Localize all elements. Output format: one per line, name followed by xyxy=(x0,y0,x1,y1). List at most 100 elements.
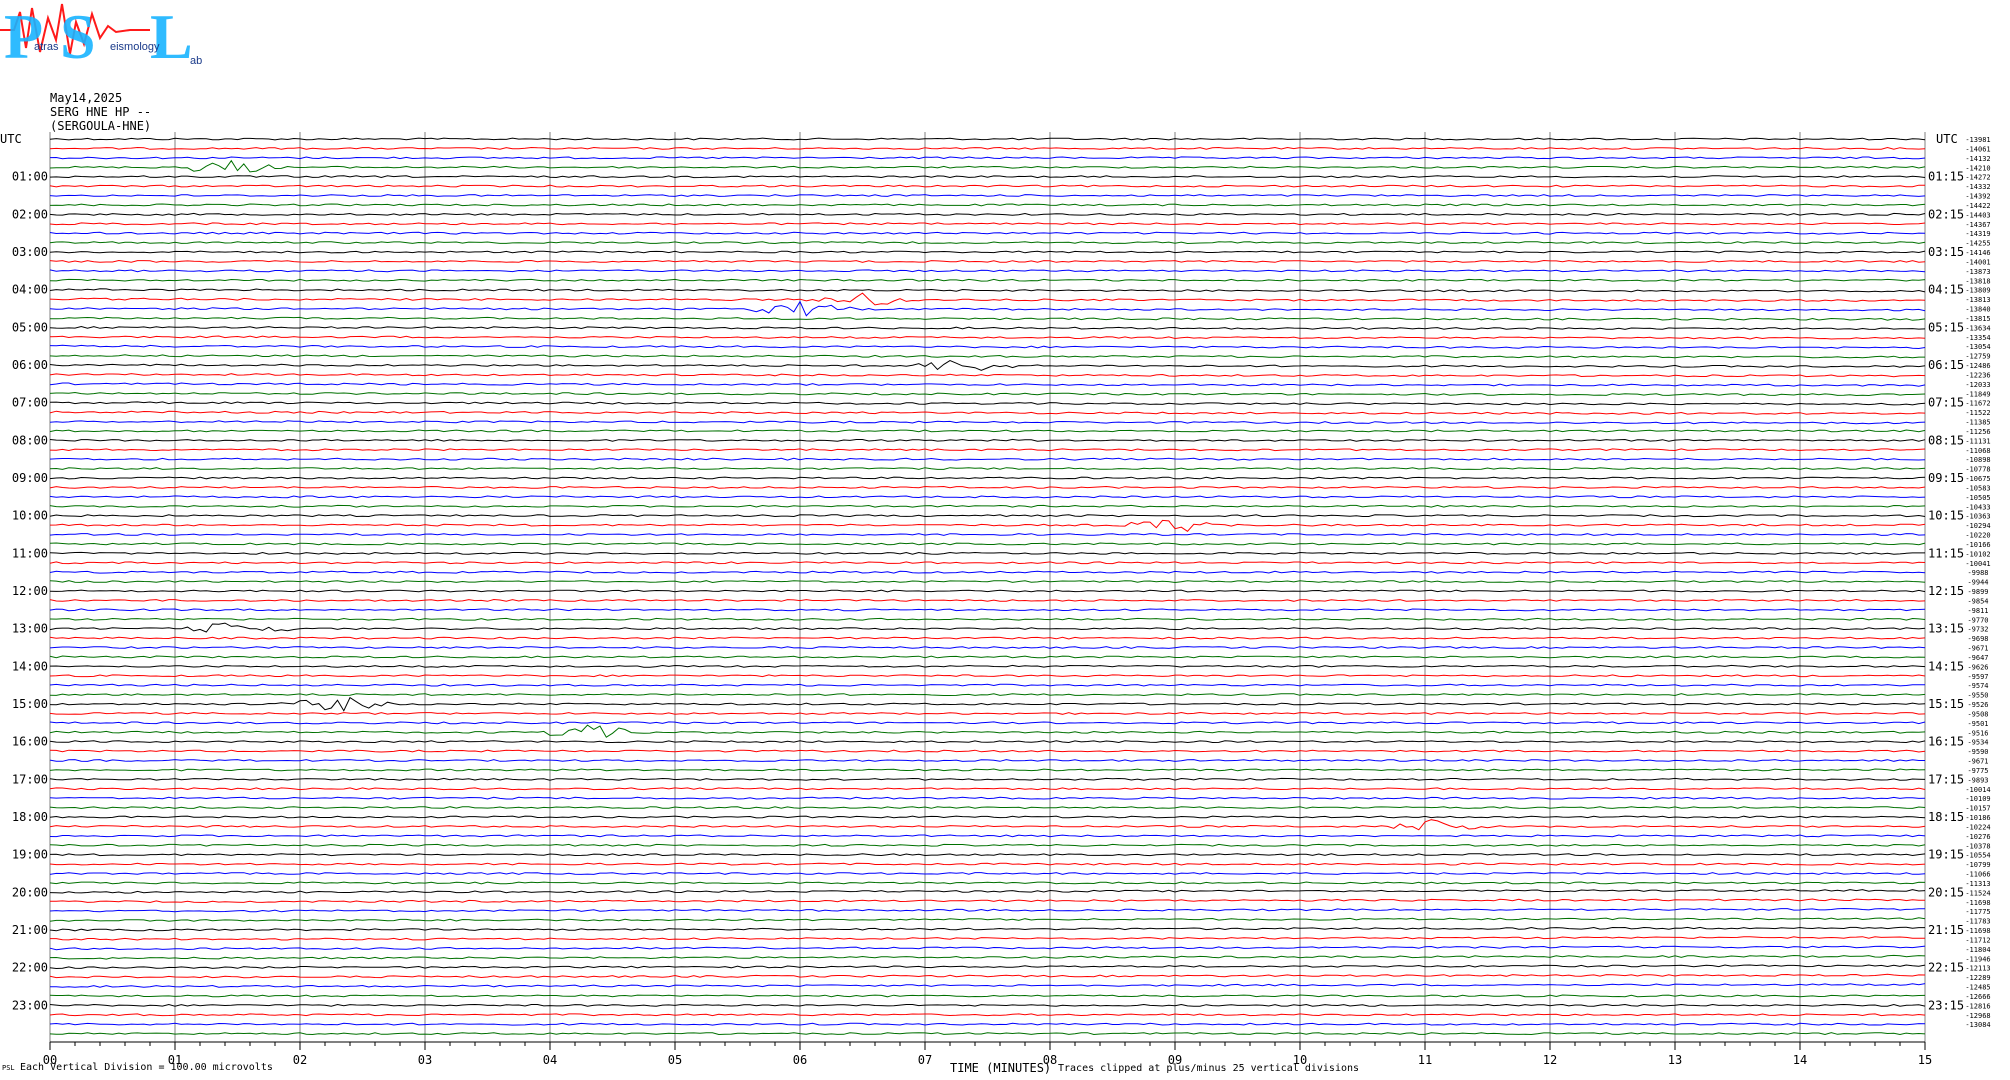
seismic-trace xyxy=(49,646,1926,649)
trace-offset-label: -10363 xyxy=(1965,513,1990,521)
seismic-trace xyxy=(49,448,1926,452)
trace-offset-label: -10157 xyxy=(1965,805,1990,813)
right-time-label: 16:15 xyxy=(1928,735,1964,749)
right-time-label: 14:15 xyxy=(1928,659,1964,673)
seismic-trace xyxy=(49,664,1926,668)
trace-offset-label: -9550 xyxy=(1967,692,1988,700)
seismic-trace xyxy=(49,926,1925,932)
trace-offset-label: -13815 xyxy=(1965,315,1990,323)
seismic-trace xyxy=(49,570,1926,574)
trace-offset-label: -13634 xyxy=(1965,324,1990,332)
seismic-trace xyxy=(49,655,1926,659)
right-time-label: 17:15 xyxy=(1928,772,1964,786)
trace-offset-label: -10675 xyxy=(1965,475,1990,483)
left-time-label: 05:00 xyxy=(12,320,48,334)
seismic-trace xyxy=(49,721,1926,725)
seismic-trace xyxy=(49,175,1926,179)
seismic-trace xyxy=(49,843,1926,847)
seismic-trace xyxy=(49,335,1926,340)
trace-offset-label: -11712 xyxy=(1965,936,1990,944)
right-time-label: 06:15 xyxy=(1928,358,1964,372)
seismic-trace xyxy=(49,360,1926,371)
seismic-trace xyxy=(49,759,1925,762)
left-time-label: 14:00 xyxy=(12,659,48,673)
right-time-label: 04:15 xyxy=(1928,283,1964,297)
trace-offset-label: -9516 xyxy=(1967,729,1988,737)
trace-offset-label: -12968 xyxy=(1965,1012,1990,1020)
seismic-trace xyxy=(49,1022,1926,1026)
seismic-trace xyxy=(49,250,1926,254)
seismic-trace xyxy=(49,561,1926,565)
trace-offset-label: -13054 xyxy=(1965,343,1990,351)
trace-offset-label: -11849 xyxy=(1965,390,1990,398)
trace-offset-label: -10109 xyxy=(1965,795,1990,803)
right-time-label: 03:15 xyxy=(1928,245,1964,259)
seismic-trace xyxy=(49,382,1926,387)
left-time-label: 03:00 xyxy=(12,245,48,259)
trace-offset-label: -9590 xyxy=(1967,748,1988,756)
trace-offset-label: -12486 xyxy=(1965,362,1990,370)
trace-offset-label: -9988 xyxy=(1967,569,1988,577)
right-time-label: 19:15 xyxy=(1928,848,1964,862)
seismic-trace xyxy=(49,1013,1926,1017)
trace-offset-label: -11804 xyxy=(1965,946,1990,954)
seismic-trace xyxy=(49,429,1926,433)
trace-offset-label: -9534 xyxy=(1967,739,1988,747)
trace-offset-label: -13809 xyxy=(1965,287,1990,295)
left-time-label: 13:00 xyxy=(12,622,48,636)
trace-offset-label: -9775 xyxy=(1967,767,1988,775)
trace-offset-label: -10294 xyxy=(1965,522,1990,530)
x-tick-label: 05 xyxy=(668,1053,682,1067)
trace-offset-label: -14061 xyxy=(1965,145,1990,153)
x-tick-label: 15 xyxy=(1918,1053,1932,1067)
seismic-trace xyxy=(49,420,1926,425)
seismic-trace xyxy=(49,917,1926,922)
left-time-label: 07:00 xyxy=(12,396,48,410)
trace-offset-label: -9597 xyxy=(1967,673,1988,681)
trace-offset-label: -13981 xyxy=(1965,136,1990,144)
seismic-trace xyxy=(49,954,1926,960)
seismic-trace xyxy=(49,622,1926,633)
seismic-trace xyxy=(49,137,1926,141)
corner-mark: PSL xyxy=(2,1064,15,1072)
seismic-trace xyxy=(49,533,1926,536)
seismic-trace xyxy=(49,907,1925,913)
trace-offset-label: -13840 xyxy=(1965,306,1990,314)
seismic-trace xyxy=(49,1003,1926,1007)
seismic-trace xyxy=(49,542,1926,546)
seismic-trace xyxy=(49,589,1926,593)
seismic-trace xyxy=(50,898,1925,904)
left-time-label: 20:00 xyxy=(12,885,48,899)
seismic-trace xyxy=(49,354,1925,359)
seismic-trace xyxy=(49,495,1926,499)
seismic-trace xyxy=(50,316,1926,321)
trace-offset-label: -10014 xyxy=(1965,786,1990,794)
left-time-label: 01:00 xyxy=(12,170,48,184)
trace-offset-label: -9854 xyxy=(1967,597,1988,605)
seismic-trace xyxy=(49,203,1926,207)
left-time-label: 17:00 xyxy=(12,772,48,786)
seismic-trace xyxy=(49,724,1926,738)
seismic-trace xyxy=(49,241,1926,245)
seismic-trace xyxy=(49,231,1926,235)
seismic-trace xyxy=(49,401,1926,406)
trace-offset-label: -11672 xyxy=(1965,400,1990,408)
trace-offset-label: -12236 xyxy=(1965,371,1990,379)
trace-offset-label: -11131 xyxy=(1965,437,1990,445)
seismic-trace xyxy=(49,156,1926,160)
trace-offset-label: -12113 xyxy=(1965,965,1990,973)
x-tick-label: 13 xyxy=(1668,1053,1682,1067)
seismic-trace xyxy=(49,476,1926,480)
left-utc-label: UTC xyxy=(0,132,22,146)
seismic-trace xyxy=(49,344,1926,350)
seismic-trace xyxy=(49,696,1926,712)
trace-offset-label: -10276 xyxy=(1965,833,1990,841)
right-time-label: 07:15 xyxy=(1928,396,1964,410)
seismic-trace xyxy=(49,749,1926,753)
trace-offset-label: -14319 xyxy=(1965,230,1990,238)
x-tick-label: 12 xyxy=(1543,1053,1557,1067)
left-time-label: 09:00 xyxy=(12,471,48,485)
trace-offset-label: -9501 xyxy=(1967,720,1988,728)
trace-offset-label: -9732 xyxy=(1967,626,1988,634)
seismic-trace xyxy=(49,796,1926,800)
